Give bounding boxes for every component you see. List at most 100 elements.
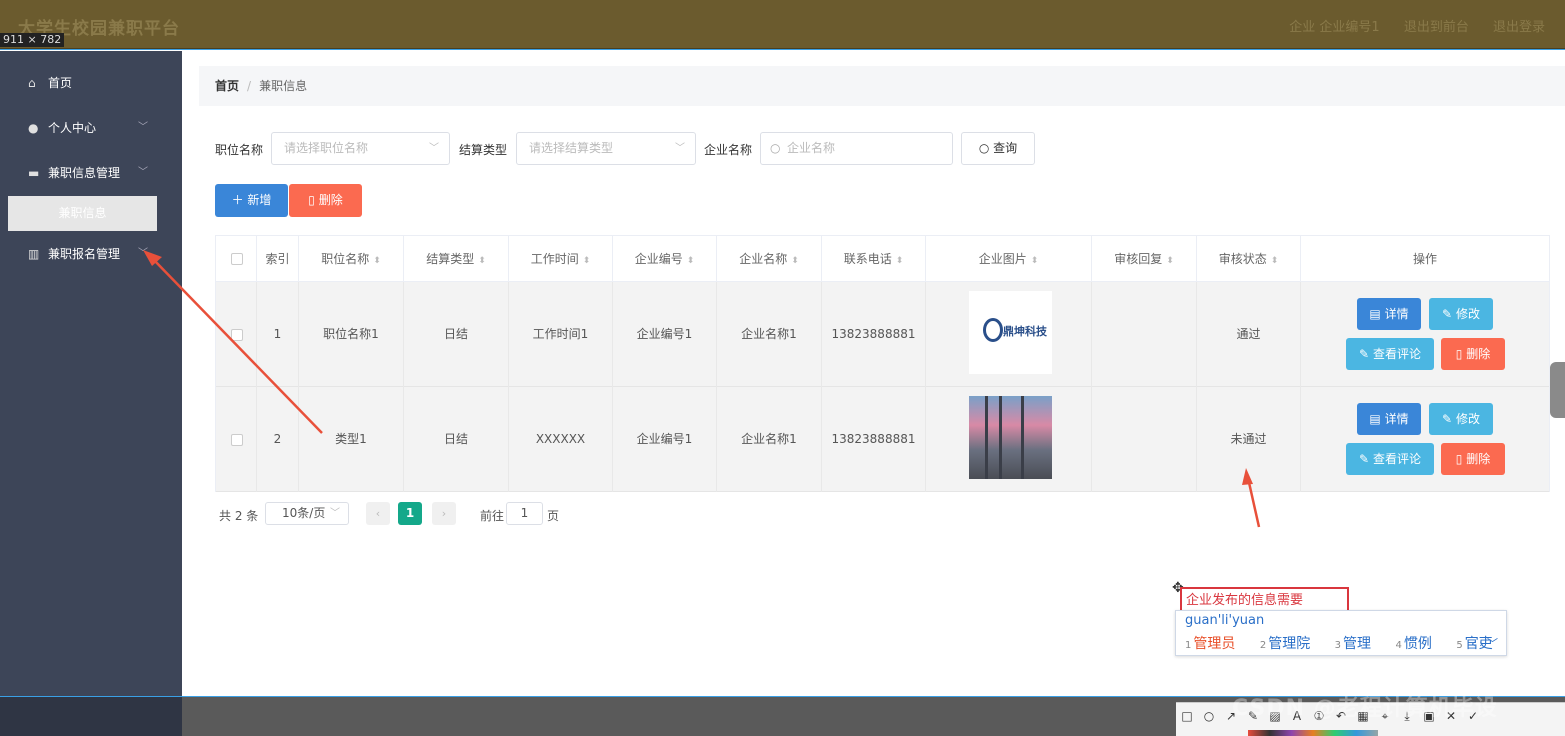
- sidebar-item-job-info[interactable]: ▬ 兼职信息管理 ﹀: [0, 153, 182, 193]
- header-review-reply[interactable]: 审核回复 ⬍: [1092, 236, 1197, 282]
- sidebar-item-label: 个人中心: [48, 121, 97, 135]
- sidebar-subitem-job-info[interactable]: 兼职信息: [8, 196, 157, 231]
- cell-settle-type: 日结: [404, 282, 509, 387]
- sort-icon[interactable]: ⬍: [1166, 256, 1174, 266]
- chart-icon: ▥: [28, 247, 40, 261]
- ime-candidate[interactable]: 1 管理员: [1185, 636, 1245, 652]
- chat-icon: ▬: [28, 166, 40, 180]
- breadcrumb-current: 兼职信息: [259, 79, 308, 93]
- company-logo-image[interactable]: 鼎坤科技: [969, 291, 1052, 374]
- add-button[interactable]: ＋ 新增: [215, 184, 288, 217]
- next-page-button[interactable]: ›: [432, 502, 456, 525]
- detail-button[interactable]: ▤ 详情: [1357, 298, 1421, 330]
- ime-candidate[interactable]: 3 管理: [1335, 636, 1381, 652]
- batch-delete-button[interactable]: ▯ 删除: [289, 184, 362, 217]
- settle-type-placeholder: 请选择结算类型: [529, 141, 614, 155]
- company-user-link[interactable]: 企业 企业编号1: [1289, 20, 1379, 35]
- chevron-down-icon: ﹀: [138, 167, 148, 178]
- header-company-name[interactable]: 企业名称 ⬍: [717, 236, 822, 282]
- row-select-cell: [216, 282, 257, 387]
- sort-icon[interactable]: ⬍: [791, 256, 799, 266]
- sidebar-item-label: 兼职报名管理: [48, 247, 121, 261]
- view-comments-button[interactable]: ✎ 查看评论: [1346, 338, 1434, 370]
- row-delete-button[interactable]: ▯ 删除: [1441, 338, 1505, 370]
- color-palette[interactable]: [1248, 730, 1378, 736]
- home-icon: ⌂: [28, 76, 36, 90]
- trash-icon: ▯: [1455, 347, 1463, 361]
- table-row: 2 类型1 日结 XXXXXX 企业编号1 企业名称1 13823888881 …: [216, 387, 1549, 492]
- row-checkbox[interactable]: [231, 329, 243, 341]
- header-job-name[interactable]: 职位名称 ⬍: [299, 236, 404, 282]
- job-name-placeholder: 请选择职位名称: [284, 141, 369, 155]
- ellipse-tool-icon[interactable]: ○: [1198, 703, 1220, 729]
- sort-icon[interactable]: ⬍: [1271, 256, 1279, 266]
- header-phone[interactable]: 联系电话 ⬍: [822, 236, 926, 282]
- header-label: 索引: [265, 252, 290, 266]
- ime-pinyin: guan'li'yuan: [1185, 613, 1265, 628]
- cell-phone: 13823888881: [822, 282, 926, 387]
- sort-icon[interactable]: ⬍: [583, 256, 591, 266]
- cell-index: 1: [257, 282, 299, 387]
- row-delete-button[interactable]: ▯ 删除: [1441, 443, 1505, 475]
- side-panel-tab[interactable]: [1550, 362, 1565, 418]
- sort-icon[interactable]: ⬍: [373, 256, 381, 266]
- pencil-icon: ✎: [1359, 347, 1370, 361]
- cell-review-reply: [1092, 387, 1197, 492]
- sidebar-item-label: 兼职信息管理: [48, 166, 121, 180]
- header-links: 企业 企业编号1 退出到前台 退出登录: [1269, 16, 1545, 35]
- sort-icon[interactable]: ⬍: [478, 256, 486, 266]
- company-photo-image[interactable]: [969, 396, 1052, 479]
- edit-button[interactable]: ✎ 修改: [1429, 403, 1493, 435]
- back-to-front-link[interactable]: 退出到前台: [1404, 20, 1469, 35]
- query-button-label: 查询: [993, 141, 1018, 155]
- detail-button[interactable]: ▤ 详情: [1357, 403, 1421, 435]
- page-number-current[interactable]: 1: [398, 502, 422, 525]
- cell-actions: [1301, 282, 1549, 387]
- goto-page-input[interactable]: 1: [506, 502, 543, 525]
- sidebar-item-signup[interactable]: ▥ 兼职报名管理 ﹀: [0, 234, 182, 274]
- header-label: 企业编号: [634, 252, 683, 266]
- sidebar-item-home[interactable]: ⌂ 首页: [0, 63, 182, 103]
- sidebar-item-profile[interactable]: ● 个人中心 ﹀: [0, 108, 182, 148]
- ime-candidate-number: 1: [1185, 640, 1192, 651]
- company-name-label: 企业名称: [704, 143, 753, 157]
- ime-page-nav[interactable]: ‹ › ﹀: [1471, 635, 1498, 651]
- page-size-select[interactable]: 10条/页 ﹀: [265, 502, 349, 525]
- ime-candidate-number: 4: [1395, 640, 1402, 651]
- logout-link[interactable]: 退出登录: [1493, 20, 1545, 35]
- sort-icon[interactable]: ⬍: [1031, 256, 1039, 266]
- header-label: 结算类型: [426, 252, 475, 266]
- cell-job-name: 类型1: [299, 387, 404, 492]
- row-checkbox[interactable]: [231, 434, 243, 446]
- rectangle-tool-icon[interactable]: □: [1176, 703, 1198, 729]
- job-name-select[interactable]: 请选择职位名称 ﹀: [271, 132, 450, 165]
- settle-type-label: 结算类型: [459, 143, 508, 157]
- header-company-image[interactable]: 企业图片 ⬍: [926, 236, 1092, 282]
- ime-candidate-word: 管理: [1343, 636, 1372, 652]
- header-settle-type[interactable]: 结算类型 ⬍: [404, 236, 509, 282]
- detail-label: 详情: [1384, 412, 1409, 426]
- header-company-no[interactable]: 企业编号 ⬍: [613, 236, 717, 282]
- settle-type-select[interactable]: 请选择结算类型 ﹀: [516, 132, 696, 165]
- query-button[interactable]: ○ 查询: [961, 132, 1035, 165]
- table-header: 索引 职位名称 ⬍ 结算类型 ⬍ 工作时间 ⬍ 企业编号 ⬍ 企业名称 ⬍ 联系电话 ⬍ 企…: [216, 236, 1549, 282]
- header-work-time[interactable]: 工作时间 ⬍: [509, 236, 613, 282]
- sort-icon[interactable]: ⬍: [896, 256, 904, 266]
- prev-page-button[interactable]: ‹: [366, 502, 390, 525]
- header-review-status[interactable]: 审核状态 ⬍: [1197, 236, 1301, 282]
- cell-work-time: XXXXXX: [509, 387, 613, 492]
- pencil-icon: ✎: [1359, 452, 1370, 466]
- ime-candidate[interactable]: 4 惯例: [1395, 636, 1441, 652]
- view-comments-button[interactable]: ✎ 查看评论: [1346, 443, 1434, 475]
- company-name-input[interactable]: ○ 企业名称: [760, 132, 953, 165]
- cell-review-reply: [1092, 282, 1197, 387]
- header-index: 索引: [257, 236, 299, 282]
- select-all-checkbox[interactable]: [231, 253, 243, 265]
- edit-button[interactable]: ✎ 修改: [1429, 298, 1493, 330]
- breadcrumb-home[interactable]: 首页: [215, 79, 239, 93]
- cell-review-status: 未通过: [1197, 387, 1301, 492]
- sort-icon[interactable]: ⬍: [687, 256, 695, 266]
- search-icon: ○: [770, 141, 781, 155]
- bottom-band-left: [0, 697, 182, 736]
- ime-candidate[interactable]: 2 管理院: [1260, 636, 1320, 652]
